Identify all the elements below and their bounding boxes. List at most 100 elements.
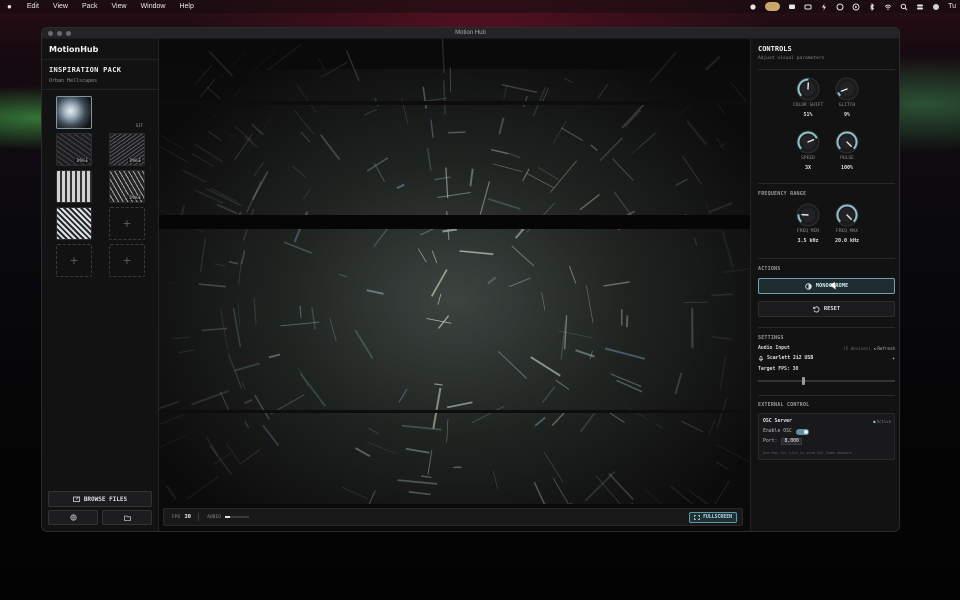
pulse-knob[interactable]: PULSE 100% — [825, 130, 869, 171]
menu-extra-icon[interactable] — [804, 3, 812, 11]
media-type-label: GIF — [135, 123, 143, 128]
speed-knob[interactable]: SPEED 3X — [786, 130, 830, 171]
bluetooth-icon[interactable] — [868, 2, 876, 11]
osc-server-card: OSC Server ● Active Enable OSC Port: 8,00… — [758, 413, 895, 460]
fps-label: FPS — [172, 514, 181, 520]
media-thumbnail[interactable] — [56, 96, 92, 129]
osc-header-row: OSC Server ● Active — [763, 418, 891, 425]
fullscreen-label: FULLSCREEN — [703, 515, 732, 520]
open-folder-button[interactable] — [102, 510, 152, 525]
browse-files-button[interactable]: BROWSE FILES — [48, 491, 152, 507]
port-input[interactable]: 8,000 — [781, 438, 802, 445]
plus-icon: + — [122, 254, 132, 267]
osc-title: OSC Server — [763, 419, 792, 424]
glitch-streak — [448, 131, 466, 134]
globe-button[interactable] — [48, 510, 98, 525]
browse-files-label: BROWSE FILES — [83, 495, 128, 503]
knob-dial — [796, 77, 820, 101]
knob-value: 20.0 kHz — [834, 238, 860, 244]
osc-status-label: Active — [876, 419, 891, 424]
divider — [758, 69, 895, 70]
menu-bar: ● Edit View Pack View Window Help Tu — [0, 0, 960, 13]
media-thumbnail-gif[interactable]: GIF — [109, 96, 145, 129]
osc-hint-text: Use Max for Live to send OSC Comm daemon… — [763, 451, 852, 455]
menu-view-2[interactable]: View — [112, 3, 127, 10]
port-row: Port: 8,000 — [763, 438, 891, 445]
menu-pack[interactable]: Pack — [82, 3, 98, 10]
audio-label: AUDIO — [207, 514, 221, 520]
target-fps-row: Target FPS: 30 — [758, 366, 895, 373]
glitch-city-visual — [159, 39, 750, 504]
monochrome-button[interactable]: MONOCHROME — [758, 278, 895, 294]
media-thumbnail[interactable] — [56, 207, 92, 240]
media-type-label: IMAGE — [74, 158, 89, 163]
media-thumbnail[interactable] — [56, 170, 92, 203]
audio-device-select[interactable]: Scarlett 2i2 USB ▾ — [758, 355, 895, 362]
enable-osc-toggle[interactable] — [795, 428, 809, 435]
menu-app-icon[interactable] — [836, 3, 844, 11]
enable-osc-row: Enable OSC — [763, 428, 891, 435]
folder-icon — [123, 515, 131, 521]
globe-icon — [69, 514, 77, 521]
sidebar: MotionHub INSPIRATION PACK Urban Hellsca… — [42, 39, 159, 531]
menubar-clock[interactable]: Tu — [948, 3, 956, 10]
osc-hint: Use Max for Live to send OSC Comm daemon… — [763, 450, 891, 456]
menu-edit[interactable]: Edit — [27, 3, 39, 10]
frequency-section-title: FREQUENCY RANGE — [758, 191, 807, 197]
glitch-knob[interactable]: GLITCH 9% — [825, 77, 869, 118]
menu-help[interactable]: Help — [179, 3, 193, 10]
knob-value: 51% — [803, 112, 813, 118]
external-control-section-title: EXTERNAL CONTROL — [758, 402, 810, 408]
siri-icon[interactable] — [932, 3, 940, 11]
target-fps-label: Target FPS: 30 — [758, 367, 799, 372]
selected-device: Scarlett 2i2 USB — [767, 356, 814, 361]
knob-dial — [835, 130, 859, 154]
media-type-label: IMAGE — [127, 195, 142, 200]
search-icon[interactable] — [900, 3, 908, 11]
add-media-slot[interactable]: + — [56, 244, 92, 277]
display-icon[interactable] — [788, 3, 796, 11]
play-circle-icon[interactable] — [852, 3, 860, 11]
add-media-slot[interactable]: + — [109, 207, 145, 240]
color-shift-knob[interactable]: COLOR SHIFT 51% — [786, 77, 830, 118]
fps-value: 30 — [184, 514, 192, 520]
knob-label: SPEED — [801, 156, 815, 161]
refresh-icon: ↻ — [873, 346, 877, 351]
plus-icon: + — [122, 217, 132, 230]
bolt-icon[interactable] — [820, 3, 828, 11]
apple-icon[interactable]: ● — [7, 2, 12, 11]
controls-panel: CONTROLS Adjust visual parameters COLOR … — [750, 39, 899, 531]
menu-window[interactable]: Window — [141, 3, 166, 10]
media-thumbnail[interactable]: IMAGE — [109, 170, 145, 203]
device-count: (5 devices) — [843, 346, 871, 351]
audio-input-label: Audio Input — [758, 346, 790, 351]
divider — [758, 183, 895, 184]
media-thumbnail[interactable]: IMAGE — [109, 133, 145, 166]
pack-header: INSPIRATION PACK Urban Hellscapes — [42, 60, 158, 90]
menu-view[interactable]: View — [53, 3, 68, 10]
knob-dial — [796, 130, 820, 154]
microphone-icon — [758, 355, 764, 362]
fullscreen-button[interactable]: FULLSCREEN — [689, 512, 737, 523]
reset-button[interactable]: RESET — [758, 301, 895, 317]
control-center-icon[interactable] — [916, 3, 924, 11]
glitch-streak — [299, 305, 302, 318]
media-thumbnail[interactable]: IMAGE — [56, 133, 92, 166]
audio-input-row: Audio Input (5 devices) ↻ Refresh — [758, 345, 895, 352]
pack-subtitle: Urban Hellscapes — [49, 78, 98, 84]
refresh-devices-button[interactable]: ↻ Refresh — [874, 346, 895, 351]
settings-section-title: SETTINGS — [758, 335, 784, 341]
app-window: Motion Hub MotionHub INSPIRATION PACK Ur… — [41, 27, 900, 532]
audio-level-fill — [224, 516, 230, 518]
divider — [758, 258, 895, 259]
visualizer-canvas[interactable] — [159, 39, 750, 504]
status-pill-icon[interactable] — [765, 2, 781, 11]
wifi-icon[interactable] — [884, 3, 892, 11]
freq-max-knob[interactable]: FREQ MAX 20.0 kHz — [825, 203, 869, 244]
freq-min-knob[interactable]: FREQ MIN 3.5 kHz — [786, 203, 830, 244]
target-fps-slider[interactable] — [758, 377, 895, 385]
window-titlebar[interactable]: Motion Hub — [42, 28, 899, 39]
record-icon[interactable] — [749, 3, 757, 11]
add-media-slot[interactable]: + — [109, 244, 145, 277]
slider-thumb[interactable] — [802, 377, 806, 385]
